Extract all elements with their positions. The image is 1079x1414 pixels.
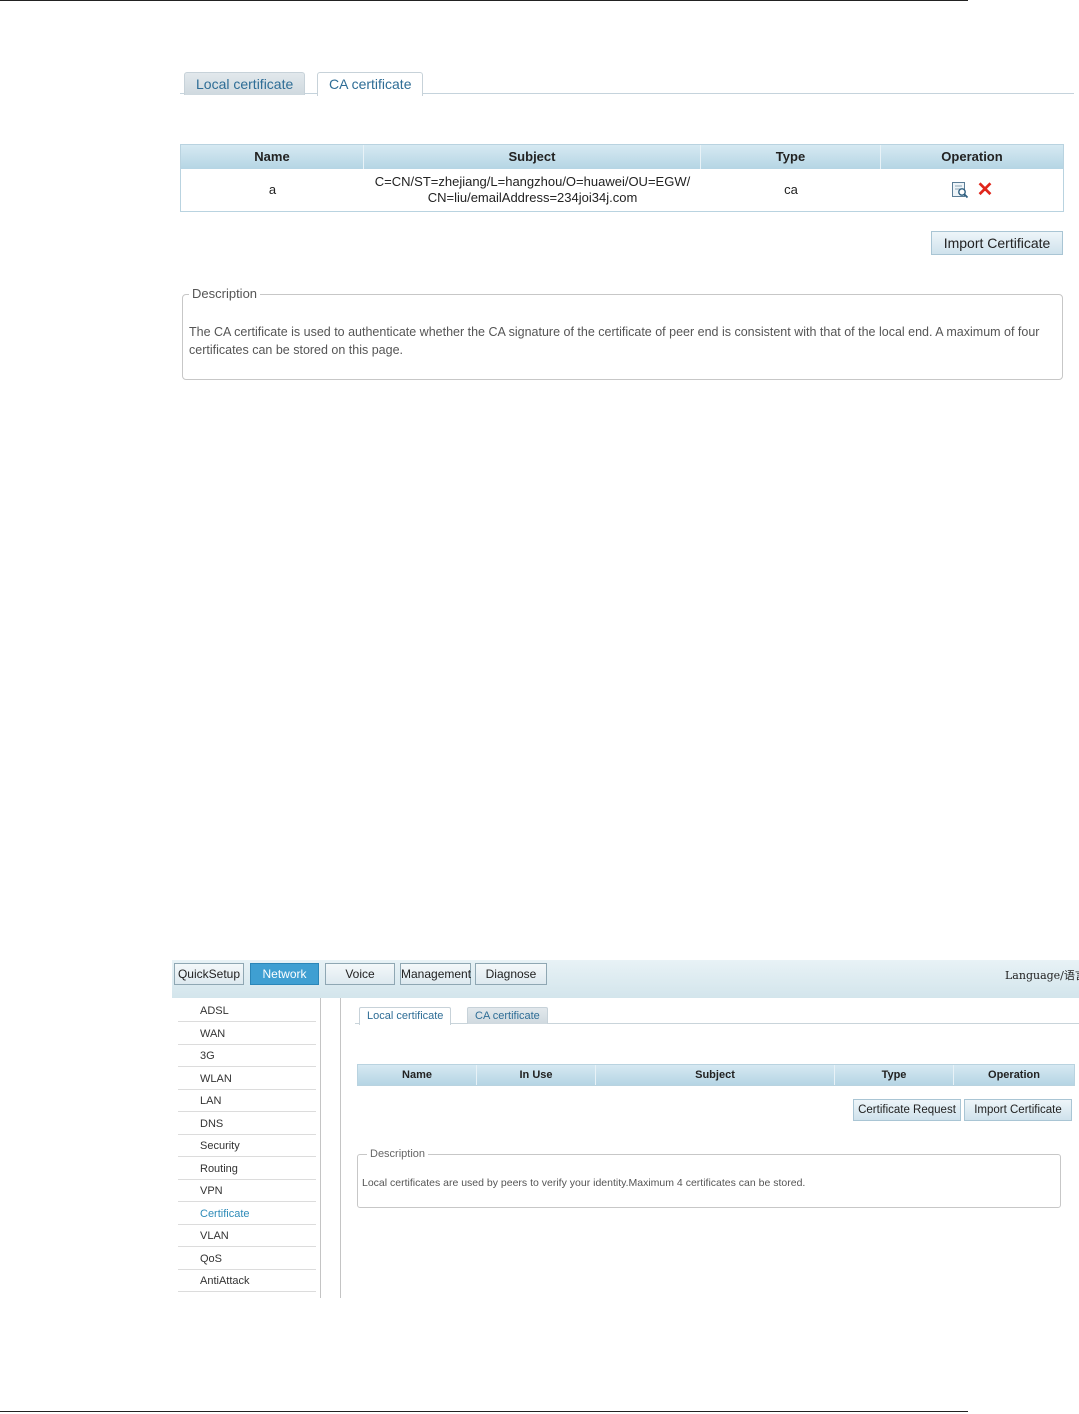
certificate-request-button[interactable]: Certificate Request (853, 1099, 961, 1121)
description-box: Description The CA certificate is used t… (182, 286, 1063, 380)
nav-voice[interactable]: Voice (325, 963, 395, 985)
cell-type: ca (784, 182, 798, 197)
sidebar-item-wlan[interactable]: WLAN (178, 1068, 316, 1090)
tab-ca-certificate[interactable]: CA certificate (317, 72, 424, 96)
description-legend: Description (189, 286, 261, 301)
sidebar-item-vlan[interactable]: VLAN (178, 1225, 316, 1247)
nav-diagnose[interactable]: Diagnose (475, 963, 547, 985)
page-bottom-rule (0, 1411, 968, 1412)
column-header-name: Name (358, 1065, 477, 1085)
local-certificate-table-header: Name In Use Subject Type Operation (357, 1064, 1075, 1086)
column-header-in-use: In Use (477, 1065, 596, 1085)
sidebar-item-dns[interactable]: DNS (178, 1113, 316, 1135)
column-header-subject: Subject (596, 1065, 835, 1085)
column-header-operation: Operation (988, 1069, 1040, 1081)
sidebar-item-routing[interactable]: Routing (178, 1158, 316, 1180)
ca-certificate-screenshot: Local certificate CA certificate Name Su… (180, 70, 1076, 385)
column-header-name: Name (181, 145, 364, 169)
column-header-type: Type (835, 1065, 954, 1085)
local-certificate-screenshot: QuickSetup Network Voice Management Diag… (172, 960, 1079, 1298)
ca-certificate-table: Name Subject Type Operation a C=CN/ST=zh… (180, 144, 1064, 212)
sidebar-item-vpn[interactable]: VPN (178, 1180, 316, 1202)
sidebar-item-lan[interactable]: LAN (178, 1090, 316, 1112)
table-header: Name Subject Type Operation (181, 145, 1063, 169)
certificate-tabs: Local certificate CA certificate (180, 70, 1074, 96)
description-box: Description Local certificates are used … (357, 1148, 1061, 1208)
tab-local-certificate[interactable]: Local certificate (184, 72, 306, 95)
sidebar-item-wan[interactable]: WAN (178, 1023, 316, 1045)
nav-management[interactable]: Management (400, 963, 471, 985)
cell-subject: C=CN/ST=zhejiang/L=hangzhou/O=huawei/OU=… (364, 174, 701, 206)
sidebar-item-qos[interactable]: QoS (178, 1248, 316, 1270)
sidebar-item-security[interactable]: Security (178, 1135, 316, 1157)
nav-quicksetup[interactable]: QuickSetup (174, 963, 244, 985)
top-navigation-bar: QuickSetup Network Voice Management Diag… (172, 960, 1079, 998)
column-header-type: Type (701, 145, 881, 169)
sidebar-item-3g[interactable]: 3G (178, 1045, 316, 1067)
delete-icon[interactable]: ✕ (977, 180, 994, 200)
table-row: a C=CN/ST=zhejiang/L=hangzhou/O=huawei/O… (181, 169, 1063, 211)
nav-network[interactable]: Network (250, 963, 319, 985)
import-certificate-button[interactable]: Import Certificate (964, 1099, 1072, 1121)
main-content: Local certificate CA certificate Name In… (340, 998, 1079, 1298)
column-header-operation: Operation (941, 149, 1003, 164)
subject-line-1: C=CN/ST=zhejiang/L=hangzhou/O=huawei/OU=… (374, 174, 691, 189)
subject-line-2: CN=liu/emailAddress=234joi34j.com (427, 190, 638, 205)
tab-local-certificate[interactable]: Local certificate (359, 1007, 452, 1025)
view-icon[interactable] (951, 181, 969, 199)
import-certificate-button[interactable]: Import Certificate (931, 231, 1063, 255)
sidebar-item-adsl[interactable]: ADSL (178, 1000, 316, 1022)
column-header-subject: Subject (364, 145, 701, 169)
certificate-tabs: Local certificate CA certificate (355, 1005, 1079, 1025)
description-legend: Description (367, 1148, 429, 1160)
tab-ca-certificate[interactable]: CA certificate (467, 1007, 548, 1024)
sidebar-item-antiattack[interactable]: AntiAttack (178, 1270, 316, 1292)
cell-operation: ✕ (881, 180, 1063, 200)
page-top-rule (0, 0, 968, 1)
language-label[interactable]: Language/语言: (1005, 967, 1079, 983)
description-text: The CA certificate is used to authentica… (189, 325, 1040, 357)
sidebar-menu: ADSL WAN 3G WLAN LAN DNS Security Routin… (174, 998, 321, 1298)
description-text: Local certificates are used by peers to … (362, 1177, 806, 1189)
cell-name: a (268, 182, 277, 197)
sidebar-item-certificate[interactable]: Certificate (178, 1203, 316, 1225)
